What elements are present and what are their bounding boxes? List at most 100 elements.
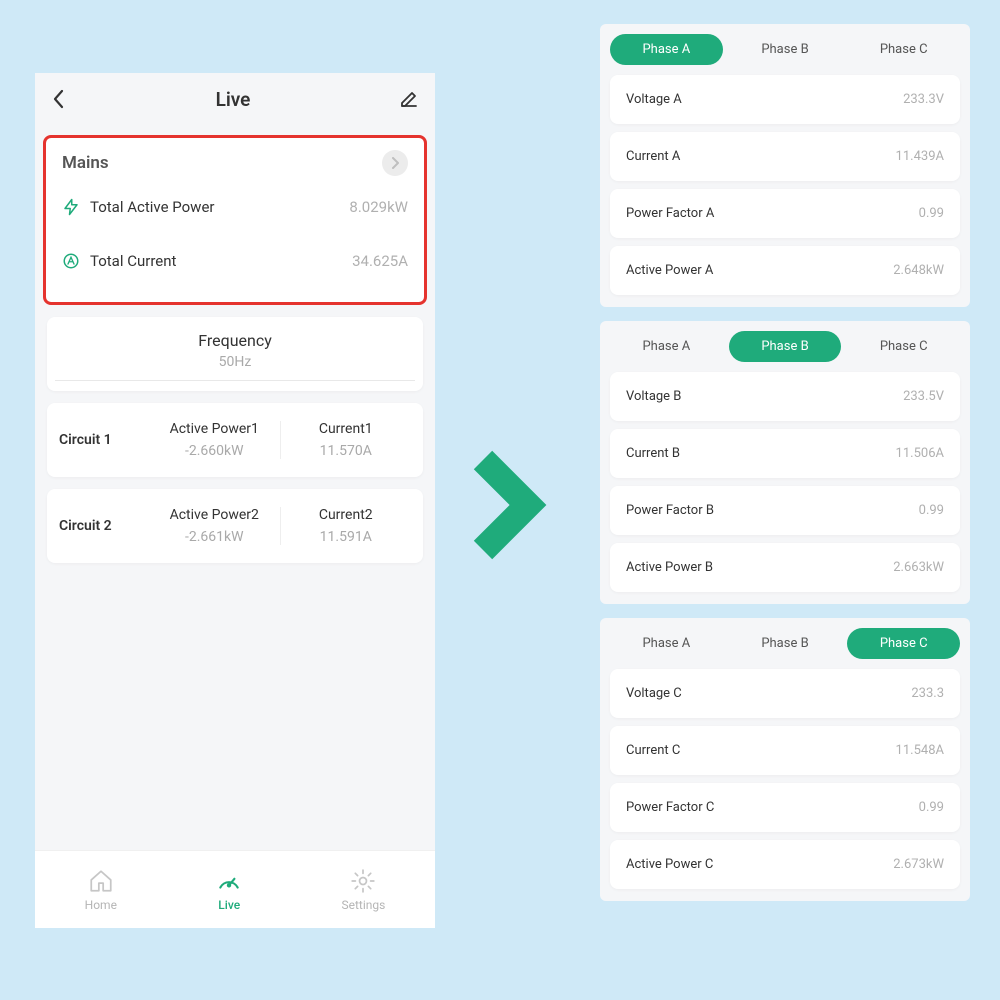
voltage-a-value: 233.3V: [903, 92, 944, 107]
phase-panels: Phase A Phase B Phase C Voltage A 233.3V…: [600, 24, 970, 901]
circuit-2-active-power-value: -2.661kW: [149, 529, 280, 545]
current-a-row: Current A 11.439A: [610, 132, 960, 181]
phone-body: Mains Total Active Power 8.029kW: [35, 125, 435, 850]
phone-header: Live: [35, 73, 435, 125]
active-power-a-label: Active Power A: [626, 263, 713, 278]
nav-live-label: Live: [218, 898, 240, 912]
active-power-a-value: 2.648kW: [893, 263, 944, 278]
phase-a-tabs: Phase A Phase B Phase C: [610, 34, 960, 65]
circuit-2-active-power-label: Active Power2: [149, 507, 280, 523]
flow-arrow: [468, 450, 548, 564]
power-factor-c-value: 0.99: [919, 800, 944, 815]
active-power-b-row: Active Power B 2.663kW: [610, 543, 960, 592]
power-factor-a-value: 0.99: [919, 206, 944, 221]
divider: [55, 380, 415, 381]
phase-a-panel: Phase A Phase B Phase C Voltage A 233.3V…: [600, 24, 970, 307]
voltage-b-row: Voltage B 233.5V: [610, 372, 960, 421]
active-power-c-row: Active Power C 2.673kW: [610, 840, 960, 889]
power-factor-b-row: Power Factor B 0.99: [610, 486, 960, 535]
circuit-2-name: Circuit 2: [59, 518, 149, 534]
power-factor-c-row: Power Factor C 0.99: [610, 783, 960, 832]
tab-phase-a[interactable]: Phase A: [610, 628, 723, 659]
circuit-1-current-label: Current1: [281, 421, 412, 437]
voltage-b-value: 233.5V: [903, 389, 944, 404]
total-active-power-value: 8.029kW: [349, 198, 408, 216]
total-active-power-label: Total Active Power: [90, 198, 214, 216]
nav-settings-label: Settings: [342, 898, 386, 912]
nav-live[interactable]: Live: [216, 868, 242, 912]
current-b-row: Current B 11.506A: [610, 429, 960, 478]
current-c-row: Current C 11.548A: [610, 726, 960, 775]
power-factor-a-label: Power Factor A: [626, 206, 714, 221]
voltage-c-label: Voltage C: [626, 686, 682, 701]
circuit-2-current-label: Current2: [281, 507, 412, 523]
mains-header: Mains: [50, 150, 420, 180]
circuit-2-card[interactable]: Circuit 2 Active Power2 -2.661kW Current…: [47, 489, 423, 563]
phase-b-tabs: Phase A Phase B Phase C: [610, 331, 960, 362]
voltage-c-row: Voltage C 233.3: [610, 669, 960, 718]
total-current-row: Total Current 34.625A: [50, 234, 420, 288]
circuit-1-active-power-value: -2.660kW: [149, 443, 280, 459]
current-b-label: Current B: [626, 446, 680, 461]
current-a-label: Current A: [626, 149, 680, 164]
tab-phase-b[interactable]: Phase B: [729, 34, 842, 65]
total-current-value: 34.625A: [352, 252, 408, 270]
total-current-label: Total Current: [90, 252, 176, 270]
tab-phase-b[interactable]: Phase B: [729, 331, 842, 362]
current-a-value: 11.439A: [896, 149, 944, 164]
current-c-value: 11.548A: [896, 743, 944, 758]
tab-phase-b[interactable]: Phase B: [729, 628, 842, 659]
mains-title: Mains: [62, 153, 109, 173]
tab-phase-c[interactable]: Phase C: [847, 34, 960, 65]
voltage-b-label: Voltage B: [626, 389, 681, 404]
mains-card-highlighted[interactable]: Mains Total Active Power 8.029kW: [43, 135, 427, 305]
phase-b-panel: Phase A Phase B Phase C Voltage B 233.5V…: [600, 321, 970, 604]
power-factor-a-row: Power Factor A 0.99: [610, 189, 960, 238]
bottom-nav: Home Live Settings: [35, 850, 435, 928]
voltage-a-label: Voltage A: [626, 92, 682, 107]
nav-home[interactable]: Home: [85, 868, 117, 912]
frequency-label: Frequency: [47, 331, 423, 350]
back-button[interactable]: [51, 89, 67, 109]
total-active-power-row: Total Active Power 8.029kW: [50, 180, 420, 234]
phase-c-tabs: Phase A Phase B Phase C: [610, 628, 960, 659]
tab-phase-c[interactable]: Phase C: [847, 331, 960, 362]
circuit-2-current-value: 11.591A: [281, 529, 412, 545]
chevron-right-icon: [390, 157, 400, 169]
circuit-1-card[interactable]: Circuit 1 Active Power1 -2.660kW Current…: [47, 403, 423, 477]
chevron-left-icon: [51, 89, 67, 109]
chevron-right-large-icon: [468, 450, 548, 560]
mains-detail-button[interactable]: [382, 150, 408, 176]
tab-phase-a[interactable]: Phase A: [610, 331, 723, 362]
ammeter-icon: [62, 252, 80, 270]
circuit-1-name: Circuit 1: [59, 432, 149, 448]
bolt-icon: [62, 198, 80, 216]
active-power-b-label: Active Power B: [626, 560, 713, 575]
phone-screen: Live Mains: [35, 73, 435, 928]
power-factor-b-label: Power Factor B: [626, 503, 714, 518]
phase-c-panel: Phase A Phase B Phase C Voltage C 233.3 …: [600, 618, 970, 901]
edit-button[interactable]: [399, 89, 419, 109]
circuit-1-active-power-label: Active Power1: [149, 421, 280, 437]
voltage-a-row: Voltage A 233.3V: [610, 75, 960, 124]
power-factor-c-label: Power Factor C: [626, 800, 714, 815]
frequency-value: 50Hz: [47, 354, 423, 370]
frequency-card: Frequency 50Hz: [47, 317, 423, 391]
pencil-icon: [399, 89, 419, 109]
current-b-value: 11.506A: [896, 446, 944, 461]
active-power-c-label: Active Power C: [626, 857, 713, 872]
power-factor-b-value: 0.99: [919, 503, 944, 518]
active-power-a-row: Active Power A 2.648kW: [610, 246, 960, 295]
home-icon: [88, 868, 114, 894]
tab-phase-a[interactable]: Phase A: [610, 34, 723, 65]
page-title: Live: [216, 88, 251, 111]
voltage-c-value: 233.3: [911, 686, 944, 701]
gear-icon: [350, 868, 376, 894]
current-c-label: Current C: [626, 743, 680, 758]
nav-home-label: Home: [85, 898, 117, 912]
gauge-icon: [216, 868, 242, 894]
active-power-b-value: 2.663kW: [893, 560, 944, 575]
nav-settings[interactable]: Settings: [342, 868, 386, 912]
tab-phase-c[interactable]: Phase C: [847, 628, 960, 659]
circuit-1-current-value: 11.570A: [281, 443, 412, 459]
